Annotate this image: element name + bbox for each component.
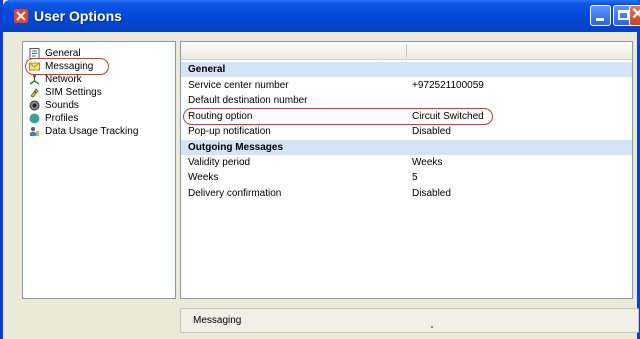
setting-key: Delivery confirmation — [188, 188, 282, 199]
network-icon — [29, 74, 40, 85]
window-title: User Options — [34, 8, 122, 24]
section-header-general: General — [181, 62, 632, 77]
user-options-window: User Options ✕ General Messaging Network… — [0, 0, 640, 339]
envelope-icon — [29, 62, 40, 71]
app-icon — [14, 9, 28, 23]
section-header-outgoing: Outgoing Messages — [181, 140, 632, 155]
maximize-icon — [618, 10, 629, 20]
setting-value: Disabled — [412, 188, 451, 199]
setting-row-popup-notification[interactable]: Pop-up notification Disabled — [181, 124, 632, 139]
setting-row-weeks[interactable]: Weeks 5 — [181, 170, 632, 185]
speaker-icon — [29, 100, 40, 111]
setting-value: Disabled — [412, 126, 451, 137]
nav-item-label: Profiles — [45, 113, 79, 124]
setting-row-validity-period[interactable]: Validity period Weeks — [181, 155, 632, 170]
nav-item-label: Sounds — [45, 100, 79, 111]
globe-icon — [29, 113, 40, 124]
sim-icon — [30, 88, 39, 98]
options-nav: General Messaging Network SIM Settings S… — [22, 41, 176, 299]
person-icon — [30, 127, 39, 136]
nav-item-label: Messaging — [45, 61, 94, 72]
setting-key: Weeks — [188, 172, 219, 183]
setting-value: Weeks — [412, 157, 443, 168]
setting-value: 5 — [412, 172, 418, 183]
title-bar[interactable]: User Options ✕ — [3, 0, 640, 32]
setting-row-default-destination[interactable]: Default destination number — [181, 93, 632, 108]
setting-row-delivery-confirmation[interactable]: Delivery confirmation Disabled — [181, 186, 632, 201]
setting-key: Routing option — [188, 111, 253, 122]
setting-key: Pop-up notification — [188, 126, 271, 137]
status-text: Messaging — [193, 315, 242, 326]
setting-key: Default destination number — [188, 95, 308, 106]
column-header — [181, 42, 632, 60]
nav-item-label: Data Usage Tracking — [45, 126, 139, 137]
settings-panel: General Service center number +972521100… — [180, 41, 633, 299]
setting-value: Circuit Switched — [412, 111, 484, 122]
setting-key: Validity period — [188, 157, 251, 168]
status-bar: Messaging — [180, 308, 639, 333]
minimize-icon — [596, 18, 604, 21]
setting-row-routing-option[interactable]: Routing option Circuit Switched — [181, 108, 632, 125]
column-separator[interactable] — [406, 44, 407, 57]
setting-key: Service center number — [188, 80, 289, 91]
minimize-button[interactable] — [590, 5, 611, 26]
nav-item-label: SIM Settings — [45, 87, 102, 98]
close-button[interactable]: ✕ — [629, 5, 640, 26]
setting-row-service-center[interactable]: Service center number +972521100059 — [181, 78, 632, 93]
close-icon: ✕ — [631, 6, 640, 23]
setting-value: +972521100059 — [412, 80, 484, 91]
nav-item-label: Network — [45, 74, 82, 85]
annotation-dot — [431, 326, 433, 328]
